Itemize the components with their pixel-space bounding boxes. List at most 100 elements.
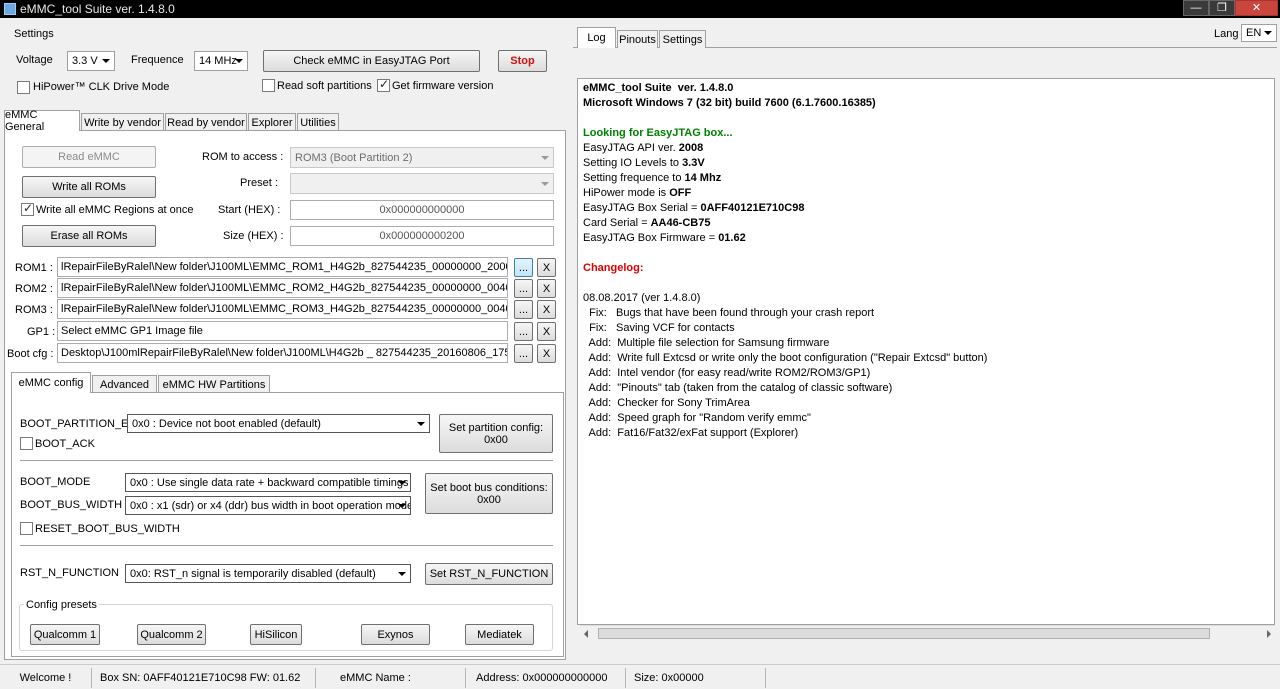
gp1-file-input[interactable]: Select eMMC GP1 Image file [57, 321, 508, 341]
tab-emmc-config[interactable]: eMMC config [11, 372, 91, 393]
minimize-button[interactable]: — [1183, 0, 1209, 16]
status-size: Size: 0x00000 [626, 668, 766, 688]
start-hex-label: Start (HEX) : [218, 204, 281, 216]
log-card: Card Serial = AA46-CB75 [583, 217, 710, 229]
hipower-label: HiPower™ CLK Drive Mode [33, 81, 170, 93]
read-soft-partitions-checkbox[interactable] [262, 79, 275, 92]
check-emmc-button[interactable]: Check eMMC in EasyJTAG Port [263, 50, 480, 72]
log-entry: Add: Intel vendor (for easy read/write R… [583, 367, 871, 379]
set-partition-config-button[interactable]: Set partition config: 0x00 [439, 414, 553, 453]
preset-exynos-button[interactable]: Exynos [361, 624, 430, 645]
log-entry: Add: Write full Extcsd or write only the… [583, 352, 988, 364]
erase-all-roms-button[interactable]: Erase all ROMs [22, 225, 156, 247]
scrollbar-thumb[interactable] [598, 628, 1210, 639]
preset-hisilicon-button[interactable]: HiSilicon [250, 624, 302, 645]
log-hipower-value: OFF [669, 187, 692, 199]
log-entry: Add: Multiple file selection for Samsung… [583, 337, 830, 349]
scroll-right-icon[interactable] [1267, 630, 1271, 638]
rom1-file-input[interactable]: lRepairFileByRalel\New folder\J100ML\EMM… [57, 257, 508, 277]
set-rst-n-function-button[interactable]: Set RST_N_FUNCTION [425, 563, 553, 585]
settings-group-label: Settings [14, 28, 54, 40]
scroll-left-icon[interactable] [584, 630, 588, 638]
boot-mode-label: BOOT_MODE [20, 476, 91, 488]
start-hex-input[interactable]: 0x000000000000 [290, 200, 554, 220]
boot-ack-checkbox[interactable] [20, 437, 33, 450]
log-card-value: AA46-CB75 [650, 217, 711, 229]
log-io-prefix: Setting IO Levels to [583, 157, 683, 169]
frequence-value: 14 MHz [199, 55, 237, 67]
write-all-roms-button[interactable]: Write all ROMs [22, 176, 156, 198]
tab-pinouts[interactable]: Pinouts [617, 30, 658, 48]
rom3-browse-button[interactable]: ... [514, 300, 533, 319]
gp1-browse-button[interactable]: ... [514, 322, 533, 341]
boot-cfg-clear-button[interactable]: X [537, 344, 556, 363]
lang-value: EN [1246, 27, 1262, 39]
set-partition-config-value: 0x00 [484, 433, 508, 446]
frequence-select[interactable]: 14 MHz [194, 51, 248, 71]
preset-qualcomm-2-button[interactable]: Qualcomm 2 [137, 624, 206, 645]
stop-button[interactable]: Stop [498, 50, 547, 72]
boot-cfg-browse-button[interactable]: ... [514, 344, 533, 363]
log-api-prefix: EasyJTAG API ver. [583, 142, 679, 154]
log-hipower: HiPower mode is OFF [583, 187, 691, 199]
gp1-clear-button[interactable]: X [537, 322, 556, 341]
log-freq-value: 14 Mhz [684, 172, 722, 184]
tab-advanced[interactable]: Advanced [92, 375, 157, 393]
read-soft-partitions-label: Read soft partitions [277, 80, 372, 92]
rom1-clear-button[interactable]: X [537, 258, 556, 277]
tab-explorer[interactable]: Explorer [248, 113, 296, 131]
boot-cfg-file-input[interactable]: Desktop\J100mlRepairFileByRalel\New fold… [57, 343, 508, 363]
status-box-sn: Box SN: 0AFF40121E710C98 FW: 01.62 [92, 668, 316, 688]
preset-qualcomm-1-button[interactable]: Qualcomm 1 [30, 624, 100, 645]
tab-utilities[interactable]: Utilities [297, 113, 339, 131]
set-boot-bus-label: Set boot bus conditions: [430, 481, 548, 494]
close-button[interactable]: ✕ [1235, 0, 1278, 16]
boot-mode-select[interactable]: 0x0 : Use single data rate + backward co… [125, 473, 411, 492]
tab-settings[interactable]: Settings [659, 30, 706, 48]
rom-access-value: ROM3 (Boot Partition 2) [295, 151, 413, 164]
preset-mediatek-button[interactable]: Mediatek [465, 624, 534, 645]
lang-select[interactable]: EN [1241, 24, 1277, 42]
hipower-checkbox[interactable] [17, 81, 30, 94]
log-horizontal-scrollbar[interactable] [580, 625, 1275, 640]
log-fw-value: 01.62 [718, 232, 746, 244]
chevron-down-icon [541, 181, 549, 186]
chevron-down-icon [235, 59, 243, 63]
boot-partition-en-select[interactable]: 0x0 : Device not boot enabled (default) [127, 414, 430, 433]
size-hex-input[interactable]: 0x000000000200 [290, 226, 554, 246]
rom3-file-input[interactable]: lRepairFileByRalel\New folder\J100ML\EMM… [57, 299, 508, 319]
rom-access-select[interactable]: ROM3 (Boot Partition 2) [290, 147, 554, 168]
get-firmware-checkbox[interactable] [377, 77, 390, 92]
log-entry: Add: Fat16/Fat32/exFat support (Explorer… [583, 427, 799, 439]
boot-bus-width-select[interactable]: 0x0 : x1 (sdr) or x4 (ddr) bus width in … [125, 496, 411, 515]
boot-bus-width-label: BOOT_BUS_WIDTH [20, 499, 123, 511]
log-api-value: 2008 [678, 142, 704, 154]
maximize-button[interactable]: ❐ [1209, 0, 1235, 16]
rom2-file-input[interactable]: lRepairFileByRalel\New folder\J100ML\EMM… [57, 278, 508, 298]
tab-emmc-general[interactable]: eMMC General [4, 109, 80, 133]
read-emmc-button[interactable]: Read eMMC [22, 146, 156, 168]
rom-access-label: ROM to access : [202, 151, 284, 163]
set-boot-bus-button[interactable]: Set boot bus conditions: 0x00 [425, 473, 553, 514]
write-all-regions-checkbox[interactable] [21, 201, 34, 216]
rst-n-function-select[interactable]: 0x0: RST_n signal is temporarily disable… [125, 564, 411, 583]
boot-ack-label: BOOT_ACK [35, 438, 95, 450]
rom2-browse-button[interactable]: ... [514, 279, 533, 298]
tab-write-by-vendor[interactable]: Write by vendor [81, 113, 164, 131]
voltage-select[interactable]: 3.3 V [67, 51, 115, 71]
rom1-browse-button[interactable]: ... [514, 258, 533, 277]
rom2-clear-button[interactable]: X [537, 279, 556, 298]
log-looking: Looking for EasyJTAG box... [583, 127, 733, 139]
tab-read-by-vendor[interactable]: Read by vendor [165, 113, 247, 131]
preset-select[interactable] [290, 173, 554, 194]
reset-boot-bus-checkbox[interactable] [20, 522, 33, 535]
tab-log[interactable]: Log [577, 27, 616, 48]
frequence-label: Frequence [131, 54, 184, 66]
log-fw-prefix: EasyJTAG Box Firmware = [583, 232, 719, 244]
title-bar: eMMC_tool Suite ver. 1.4.8.0 — ❐ ✕ [0, 0, 1280, 18]
divider [20, 545, 553, 547]
tab-emmc-hw-partitions[interactable]: eMMC HW Partitions [158, 375, 270, 393]
rom3-clear-button[interactable]: X [537, 300, 556, 319]
rom1-label: ROM1 : [15, 262, 53, 274]
window-title: eMMC_tool Suite ver. 1.4.8.0 [20, 2, 175, 16]
